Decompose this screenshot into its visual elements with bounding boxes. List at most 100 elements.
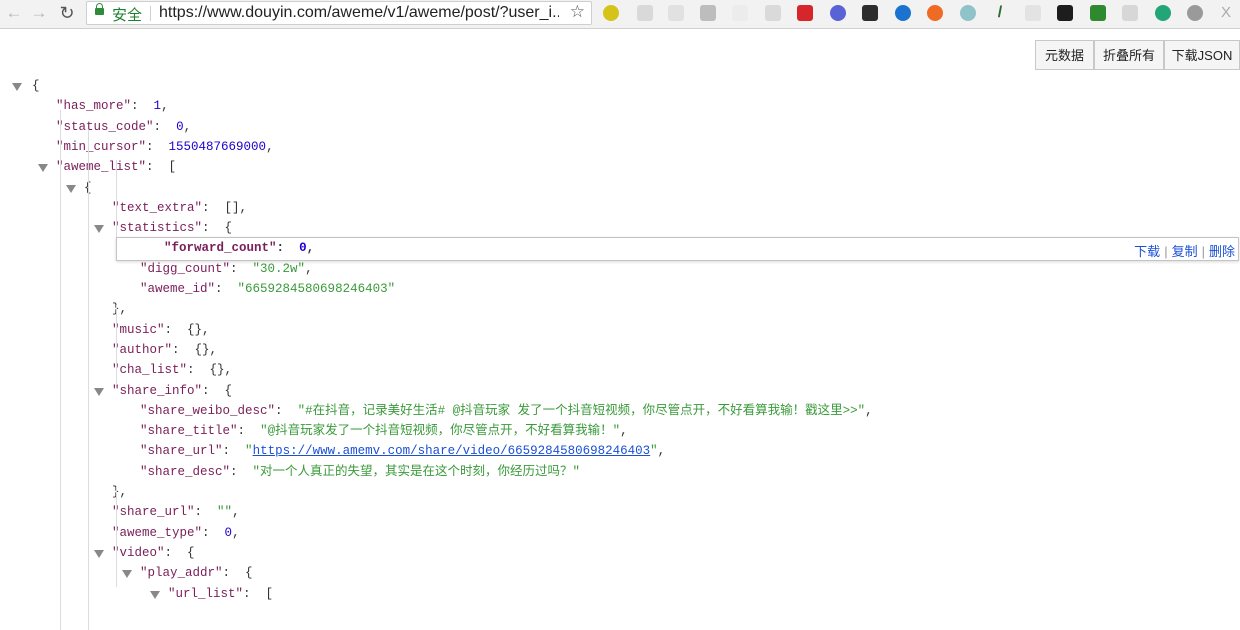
json-comma: , [232,505,240,520]
json-key: "statistics" [112,221,203,236]
json-number: 1550487669000 [168,139,267,154]
json-comma: , [306,241,315,256]
json-string: "" [217,505,233,520]
extension-icon-18[interactable] [1155,5,1171,21]
json-comma: , [305,261,313,276]
extension-icon-20[interactable]: X [1218,5,1234,21]
collapse-toggle-icon[interactable] [38,164,48,173]
back-arrow-icon[interactable]: ← [4,3,24,23]
json-punct: { [224,383,233,398]
json-colon: : [131,99,139,114]
extension-icon-17[interactable] [1122,5,1138,21]
json-key: "digg_count" [140,261,231,276]
indent-guide [88,130,89,630]
json-colon: : [230,464,238,479]
collapse-toggle-icon[interactable] [94,225,104,234]
download-link[interactable]: 下载 [1134,244,1160,259]
collapse-toggle-icon[interactable] [94,387,104,396]
json-key: "aweme_id" [140,282,216,296]
download-json-button[interactable]: 下载JSON [1164,40,1240,70]
json-punct: {}, [187,322,210,337]
json-comma: , [657,444,666,459]
json-key: "has_more" [56,99,132,114]
collapse-all-button[interactable]: 折叠所有 [1094,40,1164,70]
download-extension-icon[interactable] [1090,5,1106,21]
json-key: "share_desc" [140,464,231,479]
extension-icon-19[interactable] [1187,5,1203,21]
json-line: "share_info": { [112,381,232,401]
json-key: "share_info" [112,383,203,398]
extension-icon-6[interactable] [765,5,781,21]
collapse-toggle-icon[interactable] [122,570,132,579]
json-comma: , [183,119,192,134]
json-number: 0 [299,241,307,256]
pen-icon[interactable]: / [992,5,1008,21]
json-punct: { [245,566,253,581]
extension-icon-11[interactable] [927,5,943,21]
collapse-toggle-icon[interactable] [150,590,160,599]
json-key: "music" [112,322,165,337]
json-key: "min_cursor" [56,139,147,154]
extension-icon-3[interactable] [668,5,684,21]
delete-link[interactable]: 删除 [1209,244,1235,259]
json-colon: : [222,566,231,581]
json-line: { [32,76,40,96]
json-line: "share_url": "", [112,502,240,522]
copy-link[interactable]: 复制 [1172,244,1198,259]
json-colon: : [146,160,154,175]
url-text[interactable]: https://www.douyin.com/aweme/v1/aweme/po… [159,4,559,22]
indent-guide [116,305,117,385]
extension-icon-2[interactable] [637,5,653,21]
json-colon: : [164,545,173,560]
indent-guide [116,487,117,587]
json-comma: , [865,403,873,418]
fe-extension-icon[interactable] [797,5,813,21]
json-line: }, [112,299,127,319]
json-colon: : [153,119,162,134]
reload-icon[interactable]: ↻ [57,3,77,23]
json-colon: : [276,241,285,256]
json-line: "video": { [112,543,195,563]
json-colon: : [146,139,154,154]
forward-arrow-icon[interactable]: → [29,3,49,23]
json-comma: , [232,525,240,540]
json-line: "url_list": [ [168,584,273,604]
json-colon: : [202,383,210,398]
json-key: "share_title" [140,424,238,439]
collapse-toggle-icon[interactable] [12,83,22,91]
json-string: "#在抖音，记录美好生活# @抖音玩家 发了一个抖音短视频，你尽管点开，不好看算… [297,403,866,418]
json-comma: , [266,139,274,154]
extension-icon-4[interactable] [700,5,716,21]
off-extension-icon[interactable] [862,5,878,21]
json-key: "aweme_type" [112,525,203,540]
extension-icon-8[interactable] [830,5,846,21]
json-number: 0 [224,525,233,540]
collapse-toggle-icon[interactable] [94,549,104,558]
json-punct: {}, [209,363,233,378]
json-line: "digg_count": "30.2w", [140,259,313,279]
json-line: "cha_list": {}, [112,360,232,380]
json-key: "text_extra" [112,200,203,215]
json-key: "video" [112,545,165,560]
json-line: "aweme_id": "6659284580698246403" [140,279,395,299]
bookmark-star-icon[interactable]: ☆ [570,2,585,22]
metadata-button[interactable]: 元数据 [1035,40,1094,70]
collapse-toggle-icon[interactable] [66,184,76,193]
extension-icon-10[interactable] [895,5,911,21]
json-colon: : [202,525,210,540]
extension-icon-12[interactable] [960,5,976,21]
extension-icon-5[interactable] [732,5,748,21]
address-bar[interactable]: 安全 https://www.douyin.com/aweme/v1/aweme… [86,1,592,25]
json-string: "6659284580698246403" [237,282,396,296]
extension-icon-14[interactable] [1025,5,1041,21]
json-colon: : [215,282,223,296]
json-key: "author" [112,342,173,357]
json-punct: [], [224,200,248,215]
json-colon: : [230,261,238,276]
json-line: "share_desc": "对一个人真正的失望，其实是在这个时刻，你经历过吗？… [140,462,580,482]
extension-icon-1[interactable] [603,5,619,21]
json-url-link[interactable]: https://www.amemv.com/share/video/665928… [253,444,651,458]
extension-icon-15[interactable] [1057,5,1073,21]
json-colon: : [275,403,283,418]
secure-label: 安全 [112,7,143,24]
